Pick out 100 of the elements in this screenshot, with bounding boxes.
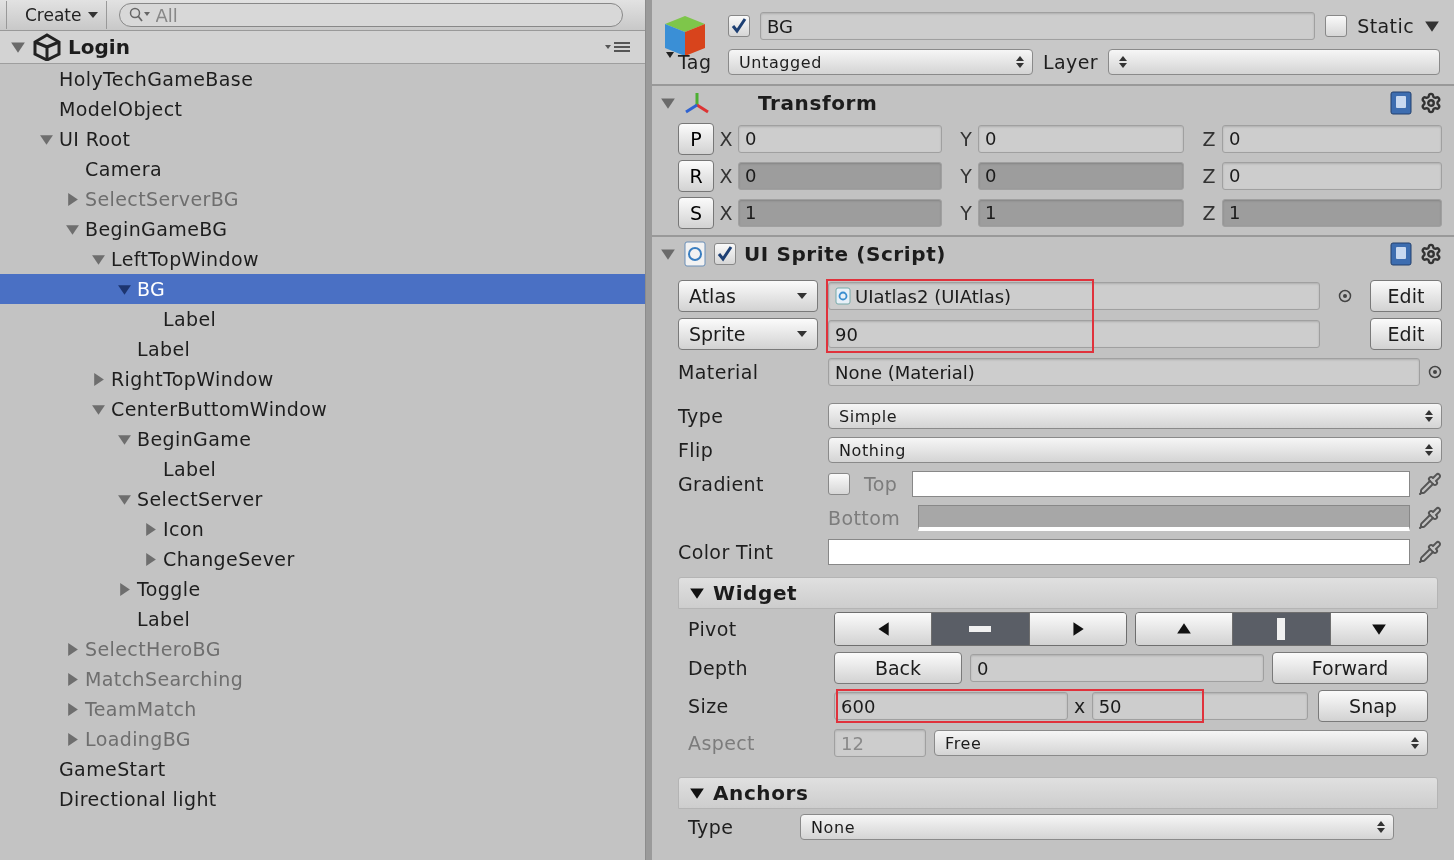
menu-icon[interactable]: [605, 40, 631, 54]
width-field[interactable]: 600: [834, 692, 1068, 720]
edit-button[interactable]: Edit: [1370, 280, 1442, 312]
size-separator: x: [1074, 695, 1086, 717]
snap-button[interactable]: Snap: [1318, 690, 1428, 722]
settings-icon[interactable]: [1420, 92, 1442, 114]
hierarchy-row[interactable]: HolyTechGameBase: [0, 64, 645, 94]
tag-dropdown[interactable]: Untagged: [728, 49, 1033, 75]
object-name: BeginGameBG: [85, 218, 228, 240]
forward-button[interactable]: Forward: [1272, 652, 1428, 684]
hierarchy-row[interactable]: ChangeSever: [0, 544, 645, 574]
gradient-checkbox[interactable]: [828, 473, 850, 495]
reset-button[interactable]: R: [678, 159, 714, 192]
object-name: LoadingBG: [85, 728, 191, 750]
section-header[interactable]: Widget: [678, 577, 1438, 609]
object-name: UI Root: [59, 128, 131, 150]
number-field[interactable]: 0: [738, 161, 942, 190]
object-name-field[interactable]: BG: [760, 12, 1316, 40]
anchor-type-dropdown[interactable]: None: [800, 814, 1394, 840]
updown-arrow-icon: [1016, 55, 1024, 69]
search-field[interactable]: All: [118, 3, 623, 27]
static-checkbox[interactable]: [1325, 15, 1348, 37]
hierarchy-row[interactable]: Label: [0, 304, 645, 334]
number-field[interactable]: 1: [978, 198, 1184, 227]
hierarchy-row[interactable]: Toggle: [0, 574, 645, 604]
hierarchy-row[interactable]: UI Root: [0, 124, 645, 154]
hierarchy-row[interactable]: Icon: [0, 514, 645, 544]
help-book-icon[interactable]: [1390, 91, 1412, 115]
property-label: Material: [678, 361, 760, 383]
dropdown-arrow-icon: [1424, 18, 1440, 34]
hierarchy-row[interactable]: GameStart: [0, 754, 645, 784]
mode-dropdown-button[interactable]: Atlas: [678, 280, 818, 312]
section-header[interactable]: Anchors: [678, 777, 1438, 809]
object-picker-icon[interactable]: [1428, 365, 1442, 379]
hierarchy-row[interactable]: BG: [0, 274, 645, 304]
object-name: GameStart: [59, 758, 166, 780]
script-icon: [684, 241, 706, 267]
reset-button[interactable]: S: [678, 196, 714, 229]
object-picker-icon[interactable]: [1338, 289, 1352, 303]
object-name: TeamMatch: [85, 698, 197, 720]
number-field[interactable]: 0: [978, 124, 1184, 153]
property-dropdown[interactable]: Nothing: [828, 437, 1442, 463]
hierarchy-row[interactable]: Label: [0, 334, 645, 364]
axis-label: Z: [1201, 127, 1217, 150]
number-field[interactable]: 0: [1222, 124, 1442, 153]
tag-label: Tag: [678, 51, 713, 73]
number-field[interactable]: 0: [970, 654, 1264, 682]
hierarchy-row[interactable]: SelectServer: [0, 484, 645, 514]
settings-icon[interactable]: [1420, 243, 1442, 265]
eyedropper-icon[interactable]: [1418, 506, 1442, 530]
object-field[interactable]: UIatlas2 (UIAtlas): [828, 282, 1320, 310]
color-field[interactable]: [912, 471, 1410, 497]
pivot-button[interactable]: [1233, 613, 1331, 645]
pivot-segmented-control[interactable]: [834, 612, 1127, 646]
hierarchy-row[interactable]: Label: [0, 604, 645, 634]
hierarchy-row[interactable]: BeginGameBG: [0, 214, 645, 244]
reset-button[interactable]: P: [678, 122, 714, 155]
object-field[interactable]: 90: [828, 320, 1320, 348]
expand-arrow-icon[interactable]: [689, 585, 705, 601]
layer-dropdown[interactable]: [1108, 49, 1440, 75]
pivot-segmented-control[interactable]: [1135, 612, 1428, 646]
number-field[interactable]: 1: [1222, 198, 1442, 227]
object-name: SelectServerBG: [85, 188, 239, 210]
number-field[interactable]: 1: [738, 198, 942, 227]
updown-arrow-icon: [1425, 409, 1433, 423]
pivot-button[interactable]: [835, 613, 933, 645]
property-dropdown[interactable]: Simple: [828, 403, 1442, 429]
hierarchy-row[interactable]: RightTopWindow: [0, 364, 645, 394]
hierarchy-row[interactable]: ModelObject: [0, 94, 645, 124]
expand-arrow-icon[interactable]: [689, 785, 705, 801]
eyedropper-icon[interactable]: [1418, 540, 1442, 564]
number-field[interactable]: 0: [1222, 161, 1442, 190]
object-name: SelectHeroBG: [85, 638, 221, 660]
number-field[interactable]: 0: [978, 161, 1184, 190]
back-button[interactable]: Back: [834, 652, 962, 684]
pivot-button[interactable]: [1029, 613, 1126, 645]
section-title: Widget: [713, 581, 799, 605]
number-field[interactable]: 0: [738, 124, 942, 153]
object-name: Label: [137, 608, 191, 630]
edit-button[interactable]: Edit: [1370, 318, 1442, 350]
mode-dropdown-button[interactable]: Sprite: [678, 318, 818, 350]
hierarchy-row[interactable]: CenterButtomWindow: [0, 394, 645, 424]
color-field[interactable]: [828, 539, 1410, 565]
enabled-checkbox[interactable]: [714, 243, 736, 265]
create-button[interactable]: Create: [6, 1, 107, 29]
pivot-button[interactable]: [1136, 613, 1234, 645]
help-book-icon[interactable]: [1390, 242, 1412, 266]
hierarchy-row[interactable]: Directional light: [0, 784, 645, 814]
hierarchy-row[interactable]: BeginGame: [0, 424, 645, 454]
atlas-icon: [835, 287, 851, 305]
pivot-button[interactable]: [1330, 613, 1427, 645]
height-field[interactable]: 50: [1091, 692, 1308, 720]
eyedropper-icon[interactable]: [1418, 472, 1442, 496]
pivot-button[interactable]: [932, 613, 1030, 645]
object-field[interactable]: None (Material): [828, 358, 1420, 386]
color-field[interactable]: [918, 505, 1410, 531]
active-checkbox[interactable]: [728, 15, 750, 37]
hierarchy-row[interactable]: Label: [0, 454, 645, 484]
hierarchy-row[interactable]: LeftTopWindow: [0, 244, 645, 274]
hierarchy-row[interactable]: Camera: [0, 154, 645, 184]
